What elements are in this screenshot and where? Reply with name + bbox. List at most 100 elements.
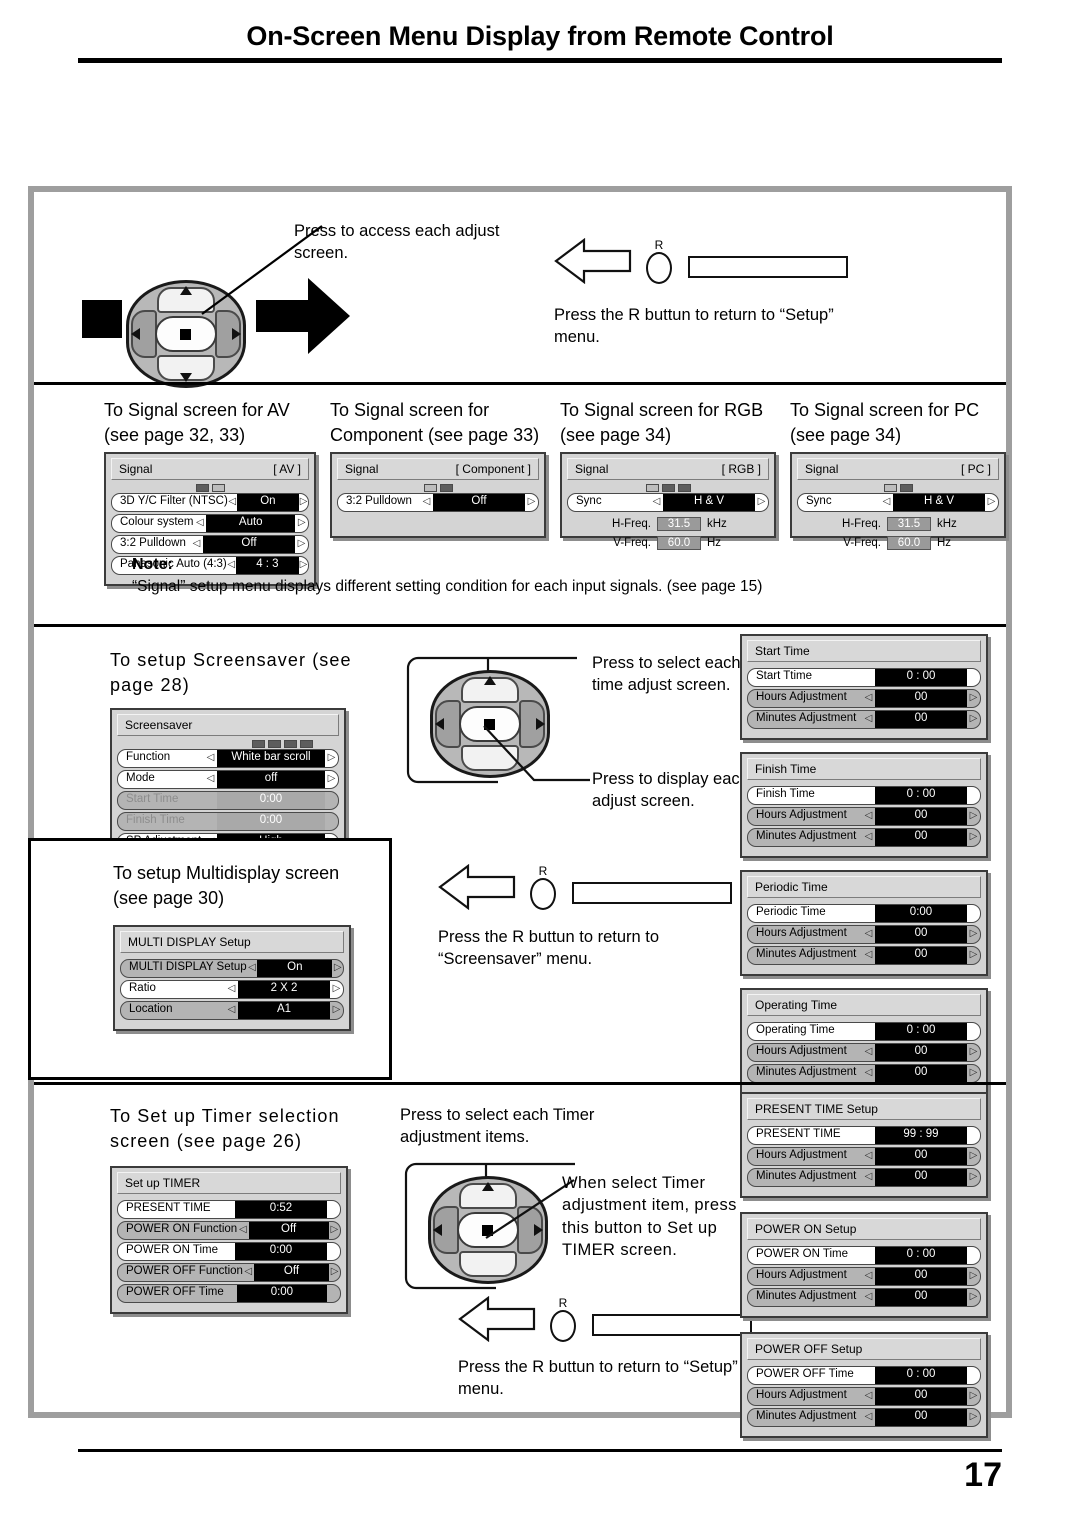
increment-arrow-icon[interactable]: ▷ — [295, 515, 308, 532]
osd-row[interactable]: Minutes Adjustment ◁ 00 ▷ — [747, 1064, 981, 1083]
osd-row[interactable]: Function ◁ White bar scroll ▷ — [117, 749, 339, 768]
decrement-arrow-icon[interactable]: ◁ — [862, 711, 875, 728]
decrement-arrow-icon[interactable]: ◁ — [862, 1409, 875, 1426]
osd-row[interactable]: Sync ◁ H & V ▷ — [797, 493, 999, 512]
osd-row[interactable]: POWER OFF Function ◁ Off ▷ — [117, 1263, 341, 1282]
increment-arrow-icon[interactable]: ▷ — [299, 494, 308, 511]
increment-arrow-icon[interactable]: ▷ — [985, 494, 998, 511]
osd-row[interactable]: Hours Adjustment ◁ 00 ▷ — [747, 1043, 981, 1062]
decrement-arrow-icon[interactable]: ◁ — [190, 536, 203, 553]
osd-row[interactable]: Hours Adjustment ◁ 00 ▷ — [747, 1147, 981, 1166]
osd-row[interactable]: PRESENT TIME 0:52 — [117, 1200, 341, 1219]
decrement-arrow-icon[interactable]: ◁ — [247, 960, 258, 977]
osd-row[interactable]: Hours Adjustment ◁ 00 ▷ — [747, 689, 981, 708]
increment-arrow-icon[interactable]: ▷ — [330, 981, 343, 998]
pad-down-button[interactable] — [459, 1251, 517, 1277]
increment-arrow-icon[interactable]: ▷ — [525, 494, 538, 511]
osd-row[interactable]: Location ◁ A1 ▷ — [120, 1001, 344, 1020]
increment-arrow-icon[interactable]: ▷ — [295, 536, 308, 553]
decrement-arrow-icon[interactable]: ◁ — [862, 1268, 875, 1285]
r-button-marker[interactable]: R — [550, 1297, 576, 1342]
osd-row[interactable]: Start Ttime 0 : 00 — [747, 668, 981, 687]
decrement-arrow-icon[interactable]: ◁ — [862, 1044, 875, 1061]
decrement-arrow-icon[interactable]: ◁ — [225, 1002, 238, 1019]
r-button-marker[interactable]: R — [530, 865, 556, 910]
decrement-arrow-icon[interactable]: ◁ — [862, 926, 875, 943]
osd-row[interactable]: Operating Time 0 : 00 — [747, 1022, 981, 1041]
decrement-arrow-icon[interactable]: ◁ — [204, 771, 217, 788]
osd-row[interactable]: PRESENT TIME 99 : 99 — [747, 1126, 981, 1145]
decrement-arrow-icon[interactable]: ◁ — [243, 1264, 254, 1281]
osd-row[interactable]: Hours Adjustment ◁ 00 ▷ — [747, 925, 981, 944]
decrement-arrow-icon[interactable]: ◁ — [880, 494, 893, 511]
increment-arrow-icon[interactable]: ▷ — [329, 1264, 340, 1281]
increment-arrow-icon[interactable]: ▷ — [325, 750, 338, 767]
osd-row[interactable]: Sync ◁ H & V ▷ — [567, 493, 769, 512]
osd-row[interactable]: Hours Adjustment ◁ 00 ▷ — [747, 1387, 981, 1406]
decrement-arrow-icon[interactable]: ◁ — [194, 515, 207, 532]
decrement-arrow-icon[interactable]: ◁ — [862, 1289, 875, 1306]
increment-arrow-icon[interactable]: ▷ — [967, 926, 980, 943]
osd-row[interactable]: Minutes Adjustment ◁ 00 ▷ — [747, 828, 981, 847]
decrement-arrow-icon[interactable]: ◁ — [862, 1388, 875, 1405]
decrement-arrow-icon[interactable]: ◁ — [204, 750, 217, 767]
osd-row[interactable]: POWER ON Time 0:00 — [117, 1242, 341, 1261]
increment-arrow-icon[interactable]: ▷ — [967, 829, 980, 846]
decrement-arrow-icon[interactable]: ◁ — [862, 947, 875, 964]
increment-arrow-icon[interactable]: ▷ — [967, 808, 980, 825]
increment-arrow-icon[interactable]: ▷ — [332, 960, 343, 977]
decrement-arrow-icon[interactable]: ◁ — [862, 1148, 875, 1165]
decrement-arrow-icon[interactable]: ◁ — [420, 494, 433, 511]
increment-arrow-icon[interactable]: ▷ — [967, 1169, 980, 1186]
osd-row[interactable]: Minutes Adjustment ◁ 00 ▷ — [747, 946, 981, 965]
decrement-arrow-icon[interactable]: ◁ — [862, 808, 875, 825]
decrement-arrow-icon[interactable]: ◁ — [228, 494, 237, 511]
osd-row[interactable]: 3D Y/C Filter (NTSC) ◁ On ▷ — [111, 493, 309, 512]
osd-row[interactable]: POWER OFF Time 0:00 — [117, 1284, 341, 1303]
increment-arrow-icon[interactable]: ▷ — [967, 1148, 980, 1165]
osd-row[interactable]: Ratio ◁ 2 X 2 ▷ — [120, 980, 344, 999]
osd-row[interactable]: Minutes Adjustment ◁ 00 ▷ — [747, 1288, 981, 1307]
increment-arrow-icon[interactable]: ▷ — [325, 771, 338, 788]
osd-row[interactable]: Mode ◁ off ▷ — [117, 770, 339, 789]
r-button-marker[interactable]: R — [646, 239, 672, 284]
decrement-arrow-icon[interactable]: ◁ — [862, 1065, 875, 1082]
page-title: On-Screen Menu Display from Remote Contr… — [246, 21, 834, 51]
osd-row[interactable]: Periodic Time 0:00 — [747, 904, 981, 923]
osd-row[interactable]: Minutes Adjustment ◁ 00 ▷ — [747, 710, 981, 729]
osd-row[interactable]: Finish Time 0 : 00 — [747, 786, 981, 805]
osd-row[interactable]: POWER OFF Time 0 : 00 — [747, 1366, 981, 1385]
decrement-arrow-icon[interactable]: ◁ — [650, 494, 663, 511]
decrement-arrow-icon[interactable]: ◁ — [225, 981, 238, 998]
increment-arrow-icon[interactable]: ▷ — [967, 1044, 980, 1061]
decrement-arrow-icon[interactable]: ◁ — [862, 829, 875, 846]
freq-unit: Hz — [707, 537, 722, 549]
increment-arrow-icon[interactable]: ▷ — [967, 690, 980, 707]
increment-arrow-icon[interactable]: ▷ — [967, 711, 980, 728]
pad-enter-button[interactable] — [155, 316, 217, 352]
increment-arrow-icon[interactable]: ▷ — [330, 1002, 343, 1019]
left-arrow-icon — [433, 1224, 442, 1236]
decrement-arrow-icon[interactable]: ◁ — [237, 1222, 248, 1239]
osd-row[interactable]: 3:2 Pulldown ◁ Off ▷ — [111, 535, 309, 554]
osd-row[interactable]: Colour system ◁ Auto ▷ — [111, 514, 309, 533]
osd-row[interactable]: Hours Adjustment ◁ 00 ▷ — [747, 1267, 981, 1286]
osd-row[interactable]: Minutes Adjustment ◁ 00 ▷ — [747, 1408, 981, 1427]
osd-row[interactable]: POWER ON Function ◁ Off ▷ — [117, 1221, 341, 1240]
osd-row[interactable]: Minutes Adjustment ◁ 00 ▷ — [747, 1168, 981, 1187]
osd-row[interactable]: POWER ON Time 0 : 00 — [747, 1246, 981, 1265]
freq-value: 31.5 — [657, 517, 701, 531]
decrement-arrow-icon[interactable]: ◁ — [862, 690, 875, 707]
decrement-arrow-icon[interactable]: ◁ — [862, 1169, 875, 1186]
osd-row[interactable]: MULTI DISPLAY Setup ◁ On ▷ — [120, 959, 344, 978]
increment-arrow-icon[interactable]: ▷ — [755, 494, 768, 511]
increment-arrow-icon[interactable]: ▷ — [967, 1409, 980, 1426]
increment-arrow-icon[interactable]: ▷ — [967, 1388, 980, 1405]
osd-row[interactable]: 3:2 Pulldown ◁ Off ▷ — [337, 493, 539, 512]
increment-arrow-icon[interactable]: ▷ — [967, 947, 980, 964]
increment-arrow-icon[interactable]: ▷ — [329, 1222, 340, 1239]
increment-arrow-icon[interactable]: ▷ — [967, 1065, 980, 1082]
osd-row[interactable]: Hours Adjustment ◁ 00 ▷ — [747, 807, 981, 826]
increment-arrow-icon[interactable]: ▷ — [967, 1268, 980, 1285]
increment-arrow-icon[interactable]: ▷ — [967, 1289, 980, 1306]
